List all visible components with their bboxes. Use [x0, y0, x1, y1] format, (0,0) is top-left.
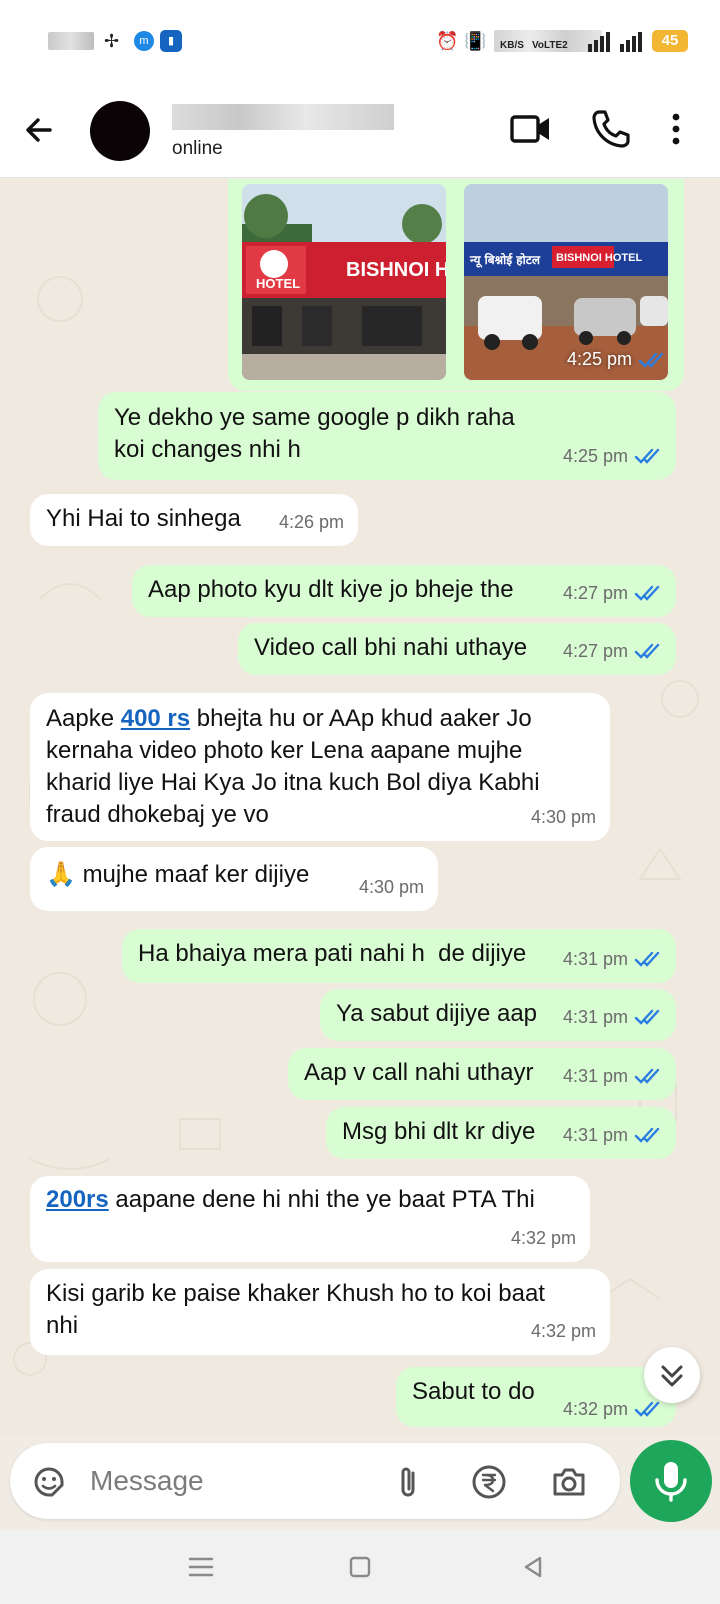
message-time: 4:26 pm: [278, 512, 344, 532]
read-ticks-icon: [634, 1127, 660, 1143]
image-time: 4:25 pm: [566, 349, 632, 369]
message-meta: 4:32 pm: [511, 1222, 576, 1254]
message-text-part: aapane dene hi nhi the ye baat PTA Thi: [108, 1186, 535, 1213]
microphone-icon: [655, 1462, 687, 1502]
camera-icon[interactable]: [550, 1463, 588, 1501]
message-bubble[interactable]: Ye dekho ye same google p dikh raha koi …: [98, 392, 676, 480]
message-meta: 4:27 pm: [563, 635, 662, 667]
message-time: 4:32 pm: [510, 1228, 576, 1248]
read-ticks-icon: [638, 352, 664, 368]
message-bubble[interactable]: 🙏 mujhe maaf ker dijiye 4:30 pm: [30, 847, 438, 911]
message-bubble[interactable]: Video call bhi nahi uthaye 4:27 pm: [238, 623, 676, 675]
status-bar: ✢ m ▮ ⏰ 📳 KB/S VoLTE2 45: [0, 0, 720, 82]
message-time: 4:31 pm: [562, 1125, 628, 1145]
app-notification-icon: ▮: [160, 30, 182, 52]
attach-icon[interactable]: [390, 1463, 428, 1501]
message-bubble[interactable]: Msg bhi dlt kr diye 4:31 pm: [326, 1107, 676, 1159]
alarm-icon: ⏰: [436, 31, 459, 51]
message-time: 4:25 pm: [562, 446, 628, 466]
more-options-icon[interactable]: [664, 106, 688, 152]
hotel-photo-1[interactable]: HOTEL BISHNOI HO: [242, 184, 446, 380]
message-bubble[interactable]: 200rs aapane dene hi nhi the ye baat PTA…: [30, 1176, 590, 1262]
message-bubble[interactable]: Yhi Hai to sinhega 4:26 pm: [30, 494, 358, 546]
hotel-sign-left: BISHNOI HO: [346, 259, 446, 281]
message-time: 4:31 pm: [562, 1066, 628, 1086]
read-ticks-icon: [634, 585, 660, 601]
back-arrow-icon[interactable]: [20, 108, 64, 152]
read-ticks-icon: [634, 951, 660, 967]
message-meta: 4:31 pm: [563, 1060, 662, 1092]
message-meta: 4:32 pm: [531, 1315, 596, 1347]
voice-record-button[interactable]: [630, 1440, 712, 1522]
video-call-icon[interactable]: [508, 106, 554, 152]
message-meta: 4:26 pm: [279, 506, 344, 538]
message-time: 4:32 pm: [562, 1399, 628, 1419]
message-time: 4:27 pm: [562, 641, 628, 661]
message-text: 200rs aapane dene hi nhi the ye baat PTA…: [46, 1184, 574, 1216]
message-composer: Message: [10, 1443, 620, 1519]
back-nav-icon[interactable]: [518, 1552, 548, 1582]
messenger-icon: m: [134, 31, 154, 51]
message-time: 4:30 pm: [530, 807, 596, 827]
avatar[interactable]: [90, 101, 150, 161]
blurred-notification-icons: [48, 32, 94, 50]
message-time: 4:31 pm: [562, 949, 628, 969]
chat-header: online: [0, 82, 720, 178]
contact-name-blurred[interactable]: [172, 104, 394, 130]
message-meta: 4:31 pm: [563, 1001, 662, 1033]
pinwheel-icon: ✢: [104, 31, 120, 51]
net-speed-label: KB/S: [500, 40, 524, 51]
voice-call-icon[interactable]: [588, 106, 634, 152]
message-meta: 4:30 pm: [531, 801, 596, 833]
amount-link[interactable]: 200rs: [46, 1186, 109, 1213]
message-bubble[interactable]: Ha bhaiya mera pati nahi h de dijiye 4:3…: [122, 929, 676, 983]
message-meta: 4:25 pm: [563, 440, 662, 472]
image-message-meta: 4:25 pm: [567, 349, 666, 370]
signal-icon-1: [588, 30, 610, 52]
message-bubble[interactable]: Aapke 400 rs bhejta hu or AAp khud aaker…: [30, 693, 610, 841]
message-bubble[interactable]: Kisi garib ke paise khaker Khush ho to k…: [30, 1269, 610, 1355]
hotel-sign-right: BISHNOI HOTEL: [556, 252, 642, 264]
battery-indicator: 45: [652, 30, 688, 52]
message-text: Ye dekho ye same google p dikh raha koi …: [114, 404, 515, 463]
message-meta: 4:27 pm: [563, 577, 662, 609]
contact-status: online: [172, 138, 223, 159]
sticker-icon[interactable]: [30, 1463, 68, 1501]
folded-hands-emoji: 🙏: [46, 861, 76, 888]
message-text-part: Aapke: [46, 705, 121, 732]
signal-icon-2: [620, 30, 642, 52]
message-time: 4:27 pm: [562, 583, 628, 603]
message-meta: 4:30 pm: [359, 871, 424, 903]
read-ticks-icon: [634, 1068, 660, 1084]
vibrate-icon: 📳: [464, 31, 487, 51]
scroll-to-bottom-button[interactable]: [644, 1347, 700, 1403]
read-ticks-icon: [634, 448, 660, 464]
double-chevron-down-icon: [661, 1365, 683, 1387]
message-time: 4:31 pm: [562, 1007, 628, 1027]
message-text: Kisi garib ke paise khaker Khush ho to k…: [46, 1280, 545, 1339]
message-bubble[interactable]: Sabut to do 4:32 pm: [396, 1367, 676, 1427]
system-navigation-bar: [0, 1530, 720, 1604]
message-time: 4:32 pm: [530, 1321, 596, 1341]
read-ticks-icon: [634, 1009, 660, 1025]
message-bubble[interactable]: Aap v call nahi uthayr 4:31 pm: [288, 1048, 676, 1100]
rupee-payment-icon[interactable]: [470, 1463, 508, 1501]
message-text-part: mujhe maaf ker dijiye: [82, 861, 310, 888]
message-text: Aapke 400 rs bhejta hu or AAp khud aaker…: [46, 703, 594, 831]
message-meta: 4:31 pm: [563, 943, 662, 975]
amount-link[interactable]: 400 rs: [121, 705, 190, 732]
home-icon[interactable]: [345, 1552, 375, 1582]
read-ticks-icon: [634, 643, 660, 659]
message-bubble[interactable]: Ya sabut dijiye aap 4:31 pm: [320, 989, 676, 1041]
message-meta: 4:31 pm: [563, 1119, 662, 1151]
recent-apps-icon[interactable]: [186, 1552, 216, 1582]
hotel-sign-left-small: HOTEL: [256, 276, 300, 291]
volte-label: VoLTE2: [532, 40, 568, 51]
svg-text:न्यू बिश्नोई होटल: न्यू बिश्नोई होटल: [469, 253, 541, 268]
message-bubble[interactable]: Aap photo kyu dlt kiye jo bheje the 4:27…: [132, 565, 676, 617]
chat-area[interactable]: HOTEL BISHNOI HO न्यू बिश्नोई होटल BISHN…: [0, 179, 720, 1437]
message-input[interactable]: Message: [90, 1465, 204, 1497]
message-time: 4:30 pm: [358, 877, 424, 897]
